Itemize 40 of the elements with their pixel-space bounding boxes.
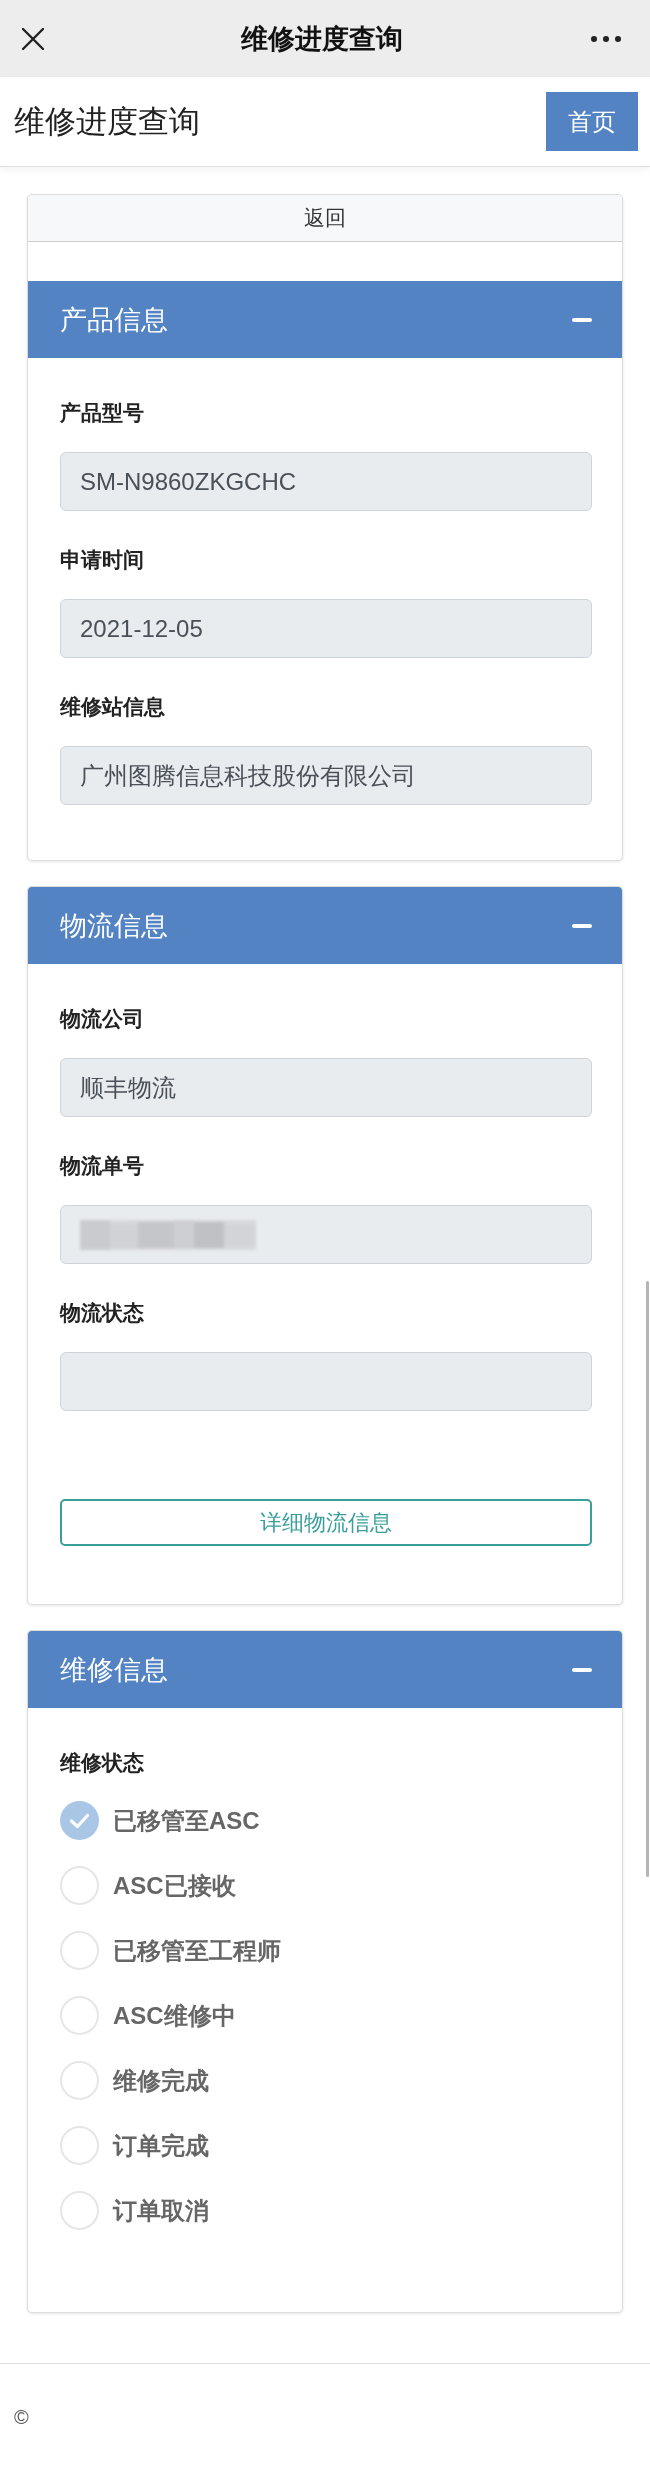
text-field[interactable]: 广州图腾信息科技股份有限公司 bbox=[60, 746, 592, 805]
minus-icon[interactable] bbox=[572, 923, 592, 928]
section-title: 物流信息 bbox=[60, 909, 168, 943]
text-field[interactable]: 顺丰物流 bbox=[60, 1058, 592, 1117]
radio-checked-icon[interactable] bbox=[60, 1801, 99, 1840]
radio-icon[interactable] bbox=[60, 2191, 99, 2230]
section-title: 产品信息 bbox=[60, 303, 168, 337]
field-label: 物流单号 bbox=[60, 1154, 145, 1178]
page-title: 维修进度查询 bbox=[14, 102, 200, 141]
minus-icon[interactable] bbox=[572, 317, 592, 322]
option-label: 维修完成 bbox=[113, 2065, 209, 2096]
group-label: 维修状态 bbox=[60, 1751, 145, 1775]
copyright-text: © bbox=[14, 2405, 29, 2430]
text-field[interactable] bbox=[60, 1352, 592, 1411]
option-label: ASC维修中 bbox=[113, 2000, 236, 2031]
field-label: 物流公司 bbox=[60, 1007, 145, 1031]
back-button[interactable]: 返回 bbox=[28, 195, 622, 242]
field-label: 产品型号 bbox=[60, 401, 145, 425]
close-icon[interactable] bbox=[22, 27, 44, 50]
option-label: 订单完成 bbox=[113, 2130, 209, 2161]
option-label: 已移管至ASC bbox=[113, 1805, 260, 1836]
radio-icon[interactable] bbox=[60, 2061, 99, 2100]
option-label: ASC已接收 bbox=[113, 1870, 236, 1901]
radio-icon[interactable] bbox=[60, 1996, 99, 2035]
window-title: 维修进度查询 bbox=[240, 22, 403, 56]
field-label: 物流状态 bbox=[60, 1301, 145, 1325]
option-label: 订单取消 bbox=[113, 2195, 209, 2226]
text-field[interactable] bbox=[60, 1205, 592, 1264]
radio-icon[interactable] bbox=[60, 2126, 99, 2165]
radio-icon[interactable] bbox=[60, 1931, 99, 1970]
field-label: 申请时间 bbox=[60, 548, 145, 572]
text-field[interactable]: 2021-12-05 bbox=[60, 599, 592, 658]
more-icon[interactable] bbox=[591, 35, 621, 42]
field-label: 维修站信息 bbox=[60, 695, 166, 719]
radio-icon[interactable] bbox=[60, 1866, 99, 1905]
text-field[interactable]: SM-N9860ZKGCHC bbox=[60, 452, 592, 511]
minus-icon[interactable] bbox=[572, 1667, 592, 1672]
home-button[interactable]: 首页 bbox=[546, 92, 638, 151]
section-title: 维修信息 bbox=[60, 1653, 168, 1687]
option-label: 已移管至工程师 bbox=[113, 1935, 281, 1966]
